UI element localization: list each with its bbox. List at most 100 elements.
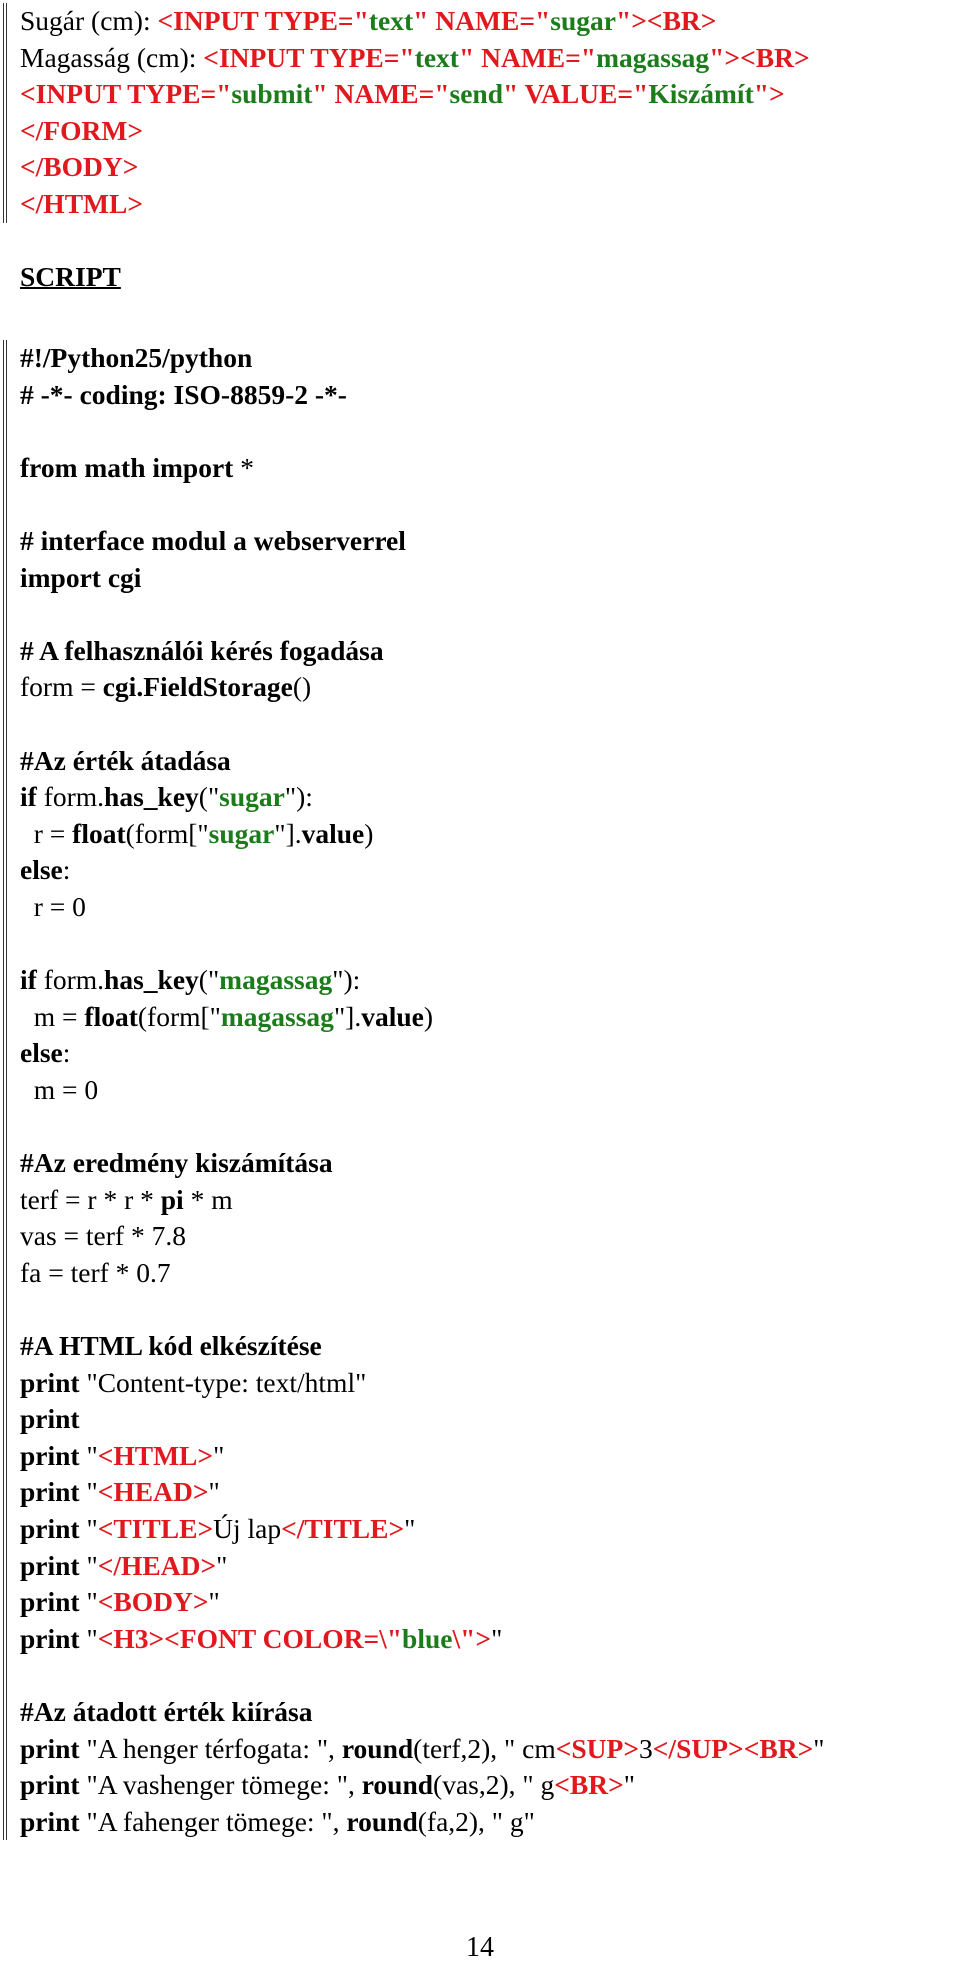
html-tag: </SUP><BR> (652, 1732, 814, 1764)
code-text: ) (364, 817, 374, 849)
code-text: Magasság (cm): (20, 41, 204, 73)
keyword: print (20, 1805, 80, 1837)
code-text: "]. (333, 1000, 362, 1032)
code-text: " (79, 1622, 98, 1654)
keyword: if (20, 781, 37, 813)
code-line: # interface modul a webserverrel (20, 523, 824, 560)
code-line: print "A vashenger tömege: ", round(vas,… (20, 1767, 824, 1804)
code-text: " (79, 1476, 98, 1508)
code-text: " (623, 1769, 636, 1801)
code-line: #Az érték átadása (20, 743, 824, 780)
keyword: # A felhasználói kérés fogadása (20, 634, 384, 666)
code-line: #!/Python25/python (20, 340, 824, 377)
code-text: (" (198, 964, 220, 996)
code-text: "): (332, 964, 361, 996)
keyword: print (20, 1549, 80, 1581)
code-line: # -*- coding: ISO-8859-2 -*- (20, 377, 824, 414)
html-tag: <SUP> (555, 1732, 640, 1764)
code-text: Új lap (213, 1513, 282, 1544)
html-tag: \"> (452, 1622, 492, 1654)
html-tag: "><BR> (709, 41, 810, 73)
code-text: fa = terf * 0.7 (20, 1256, 171, 1288)
string-literal: sugar (219, 781, 285, 813)
code-line: </HTML> (20, 186, 810, 223)
python-script-block: #!/Python25/python # -*- coding: ISO-8859… (3, 340, 824, 1841)
html-tag: </TITLE> (281, 1513, 405, 1544)
code-text: " (213, 1439, 225, 1471)
code-text: " (208, 1476, 220, 1508)
keyword: round (361, 1769, 434, 1801)
code-line: <INPUT TYPE="submit" NAME="send" VALUE="… (20, 76, 810, 113)
code-line: print "<H3><FONT COLOR=\"blue\">" (20, 1621, 824, 1658)
string-literal: Kiszámít (648, 78, 754, 110)
keyword: #Az érték átadása (20, 744, 231, 776)
code-text: r = (20, 817, 73, 849)
code-text: ) (423, 1000, 434, 1032)
html-tag: "> (753, 78, 785, 110)
code-line: else: (20, 852, 824, 889)
keyword: value (361, 1000, 424, 1032)
keyword: #Az átadott érték kiírása (20, 1695, 313, 1727)
code-text: " (813, 1732, 825, 1764)
keyword: else (20, 1037, 63, 1069)
code-text: form. (36, 781, 105, 813)
code-line: print "<HEAD>" (20, 1474, 824, 1511)
code-text: (form[" (125, 817, 209, 849)
string-literal: sugar (208, 817, 275, 849)
code-line: print "Content-type: text/html" (20, 1365, 824, 1402)
string-literal: magassag (220, 1000, 334, 1032)
keyword: else (20, 854, 63, 886)
code-text: "]. (274, 817, 302, 849)
keyword: pi (160, 1183, 184, 1215)
keyword: # -*- coding: ISO-8859-2 -*- (20, 378, 347, 410)
code-line: m = float(form["magassag"].value) (20, 999, 824, 1036)
keyword: has_key (104, 964, 199, 996)
html-tag: <INPUT TYPE=" (157, 5, 369, 36)
string-literal: magassag (219, 964, 333, 996)
code-line: r = 0 (20, 889, 824, 926)
code-text: " (79, 1439, 98, 1471)
html-tag: " NAME=" (458, 41, 597, 73)
html-tag: "><BR> (615, 5, 717, 36)
html-tag: <BR> (554, 1769, 624, 1801)
code-text: "A henger térfogata: ", (79, 1732, 342, 1764)
code-text: " (216, 1549, 228, 1581)
keyword: print (20, 1622, 80, 1654)
code-line: print "<BODY>" (20, 1584, 824, 1621)
code-text: Sugár (cm): (20, 5, 158, 36)
keyword: round (341, 1732, 414, 1764)
code-line: print "A henger térfogata: ", round(terf… (20, 1731, 824, 1768)
html-tag: <TITLE> (97, 1513, 214, 1544)
code-text: " (79, 1549, 98, 1581)
string-literal: send (449, 78, 504, 110)
keyword: value (301, 817, 365, 849)
keyword: float (72, 817, 126, 849)
code-line: else: (20, 1035, 824, 1072)
code-line: m = 0 (20, 1072, 824, 1109)
code-line: fa = terf * 0.7 (20, 1255, 824, 1292)
html-tag: </BODY> (20, 151, 139, 183)
code-text: () (292, 671, 312, 703)
code-text: " (79, 1586, 98, 1618)
html-tag: " NAME=" (312, 78, 450, 110)
code-line: if form.has_key("magassag"): (20, 962, 824, 999)
keyword: print (20, 1439, 80, 1471)
code-line: from math import * (20, 450, 824, 487)
html-tag: <INPUT TYPE=" (20, 78, 232, 110)
code-line: terf = r * r * pi * m (20, 1182, 824, 1219)
string-literal: submit (231, 78, 313, 110)
keyword: if (20, 964, 37, 996)
code-text: (form[" (137, 1000, 221, 1032)
code-line: print "<HTML>" (20, 1438, 824, 1475)
code-text: : (62, 854, 71, 886)
code-line: print "<TITLE>Új lap</TITLE>" (20, 1511, 824, 1548)
code-line: vas = terf * 7.8 (20, 1218, 824, 1255)
code-line: #A HTML kód elkészítése (20, 1328, 824, 1365)
code-line: Magasság (cm): <INPUT TYPE="text" NAME="… (20, 40, 810, 77)
keyword: print (20, 1513, 80, 1544)
code-text: "A fahenger tömege: ", (79, 1805, 347, 1837)
code-line: # A felhasználói kérés fogadása (20, 633, 824, 670)
